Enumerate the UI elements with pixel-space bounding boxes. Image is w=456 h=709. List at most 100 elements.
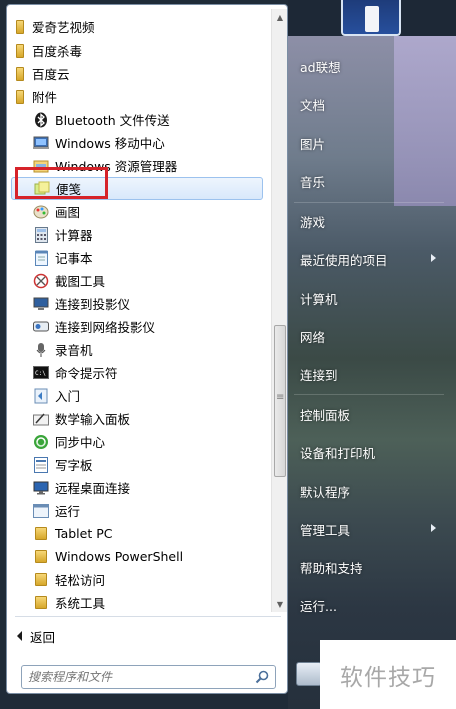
right-separator [294, 394, 444, 395]
right-link-help-support[interactable]: 帮助和支持 [300, 558, 363, 577]
right-link-default-programs[interactable]: 默认程序 [300, 482, 350, 501]
program-folder-ease-of-access[interactable]: 轻松访问 [11, 568, 263, 591]
program-sound-recorder[interactable]: 录音机 [11, 338, 263, 361]
program-label: 爱奇艺视频 [32, 20, 95, 35]
projector-icon [33, 296, 49, 312]
right-link-control-panel[interactable]: 控制面板 [300, 405, 350, 424]
program-folder-tablet-pc[interactable]: Tablet PC [11, 522, 263, 545]
scroll-thumb[interactable] [274, 325, 286, 477]
program-label: 录音机 [55, 343, 93, 358]
svg-text:C:\: C:\ [35, 370, 46, 377]
program-windows-explorer[interactable]: Windows 资源管理器 [11, 154, 263, 177]
sync-center-icon [33, 434, 49, 450]
submenu-arrow-icon [431, 524, 436, 532]
program-label: 轻松访问 [55, 573, 106, 588]
folder-icon [33, 549, 49, 565]
program-label: 系统工具 [55, 596, 106, 611]
program-wordpad[interactable]: 写字板 [11, 453, 263, 476]
back-label: 返回 [30, 629, 56, 645]
right-link-user[interactable]: ad联想 [300, 57, 341, 76]
right-link-connect-to[interactable]: 连接到 [300, 365, 338, 384]
right-link-documents[interactable]: 文档 [300, 95, 325, 114]
folder-icon [15, 66, 25, 82]
program-label: 百度云 [32, 67, 70, 82]
program-label: 写字板 [55, 458, 93, 473]
programs-scrollbar[interactable]: ▲ ▼ [271, 9, 287, 612]
wordpad-icon [33, 456, 49, 473]
program-paint[interactable]: 画图 [11, 200, 263, 223]
snipping-tool-icon [33, 273, 49, 289]
shutdown-button[interactable] [296, 662, 322, 686]
program-label: 连接到投影仪 [55, 297, 131, 312]
right-link-computer[interactable]: 计算机 [300, 289, 338, 308]
program-label: Tablet PC [55, 526, 113, 541]
submenu-arrow-icon [431, 254, 436, 262]
program-label: 百度杀毒 [32, 44, 83, 59]
folder-icon [15, 19, 25, 35]
program-folder-baidu-antivirus[interactable]: 百度杀毒 [11, 39, 263, 62]
math-input-icon [33, 411, 49, 427]
program-run[interactable]: 运行 [11, 499, 263, 522]
search-icon[interactable] [255, 670, 269, 684]
program-folder-baidu-cloud[interactable]: 百度云 [11, 62, 263, 85]
right-link-music[interactable]: 音乐 [300, 172, 325, 191]
program-sticky-notes[interactable]: 便笺 [11, 177, 263, 200]
sound-recorder-icon [33, 342, 49, 358]
explorer-icon [33, 158, 49, 174]
network-projector-icon [33, 319, 49, 335]
program-label: 记事本 [55, 251, 93, 266]
program-label: 计算器 [55, 228, 93, 243]
all-programs-list: 爱奇艺视频 百度杀毒 百度云 附件 Bluetooth 文件传送 Windows… [11, 9, 263, 612]
program-bluetooth-transfer[interactable]: Bluetooth 文件传送 [11, 108, 263, 131]
program-calculator[interactable]: 计算器 [11, 223, 263, 246]
program-folder-powershell[interactable]: Windows PowerShell [11, 545, 263, 568]
program-folder-system-tools[interactable]: 系统工具 [11, 591, 263, 612]
program-label: Bluetooth 文件传送 [55, 113, 170, 128]
program-connect-network-projector[interactable]: 连接到网络投影仪 [11, 315, 263, 338]
program-remote-desktop[interactable]: 远程桌面连接 [11, 476, 263, 499]
program-label: 运行 [55, 504, 81, 519]
program-label: 远程桌面连接 [55, 481, 131, 496]
calculator-icon [33, 226, 49, 243]
folder-open-icon [15, 89, 25, 105]
program-snipping-tool[interactable]: 截图工具 [11, 269, 263, 292]
scroll-up-arrow-icon[interactable]: ▲ [272, 9, 288, 25]
right-link-network[interactable]: 网络 [300, 327, 325, 346]
program-label: 数学输入面板 [55, 412, 131, 427]
run-icon [33, 503, 49, 519]
program-folder-iqiyi[interactable]: 爱奇艺视频 [11, 15, 263, 38]
folder-icon [33, 526, 49, 542]
program-math-input-panel[interactable]: 数学输入面板 [11, 407, 263, 430]
right-link-admin-tools[interactable]: 管理工具 [300, 520, 350, 539]
program-label: 入门 [55, 389, 81, 404]
program-command-prompt[interactable]: C:\ 命令提示符 [11, 361, 263, 384]
bluetooth-icon [33, 112, 49, 128]
folder-icon [33, 572, 49, 588]
getting-started-icon [33, 388, 49, 404]
program-mobility-center[interactable]: Windows 移动中心 [11, 131, 263, 154]
watermark: 软件技巧 [320, 640, 456, 709]
search-box[interactable] [21, 665, 276, 689]
scroll-down-arrow-icon[interactable]: ▼ [272, 596, 288, 612]
program-notepad[interactable]: 记事本 [11, 246, 263, 269]
program-folder-accessories[interactable]: 附件 [11, 85, 263, 108]
search-input[interactable] [28, 670, 243, 684]
notepad-icon [33, 250, 49, 266]
right-link-devices-printers[interactable]: 设备和打印机 [300, 443, 375, 462]
right-link-recent-items[interactable]: 最近使用的项目 [300, 250, 388, 269]
back-button[interactable]: 返回 [17, 625, 55, 647]
mobility-center-icon [33, 135, 49, 151]
user-picture[interactable] [341, 0, 401, 36]
paint-icon [33, 204, 49, 220]
program-sync-center[interactable]: 同步中心 [11, 430, 263, 453]
program-getting-started[interactable]: 入门 [11, 384, 263, 407]
program-label: 截图工具 [55, 274, 106, 289]
program-connect-projector[interactable]: 连接到投影仪 [11, 292, 263, 315]
right-link-pictures[interactable]: 图片 [300, 134, 325, 153]
right-separator [294, 202, 444, 203]
divider [15, 616, 281, 617]
program-label: 连接到网络投影仪 [55, 320, 156, 335]
user-figure-icon [365, 6, 379, 32]
right-link-games[interactable]: 游戏 [300, 212, 325, 231]
right-link-run[interactable]: 运行... [300, 596, 337, 615]
